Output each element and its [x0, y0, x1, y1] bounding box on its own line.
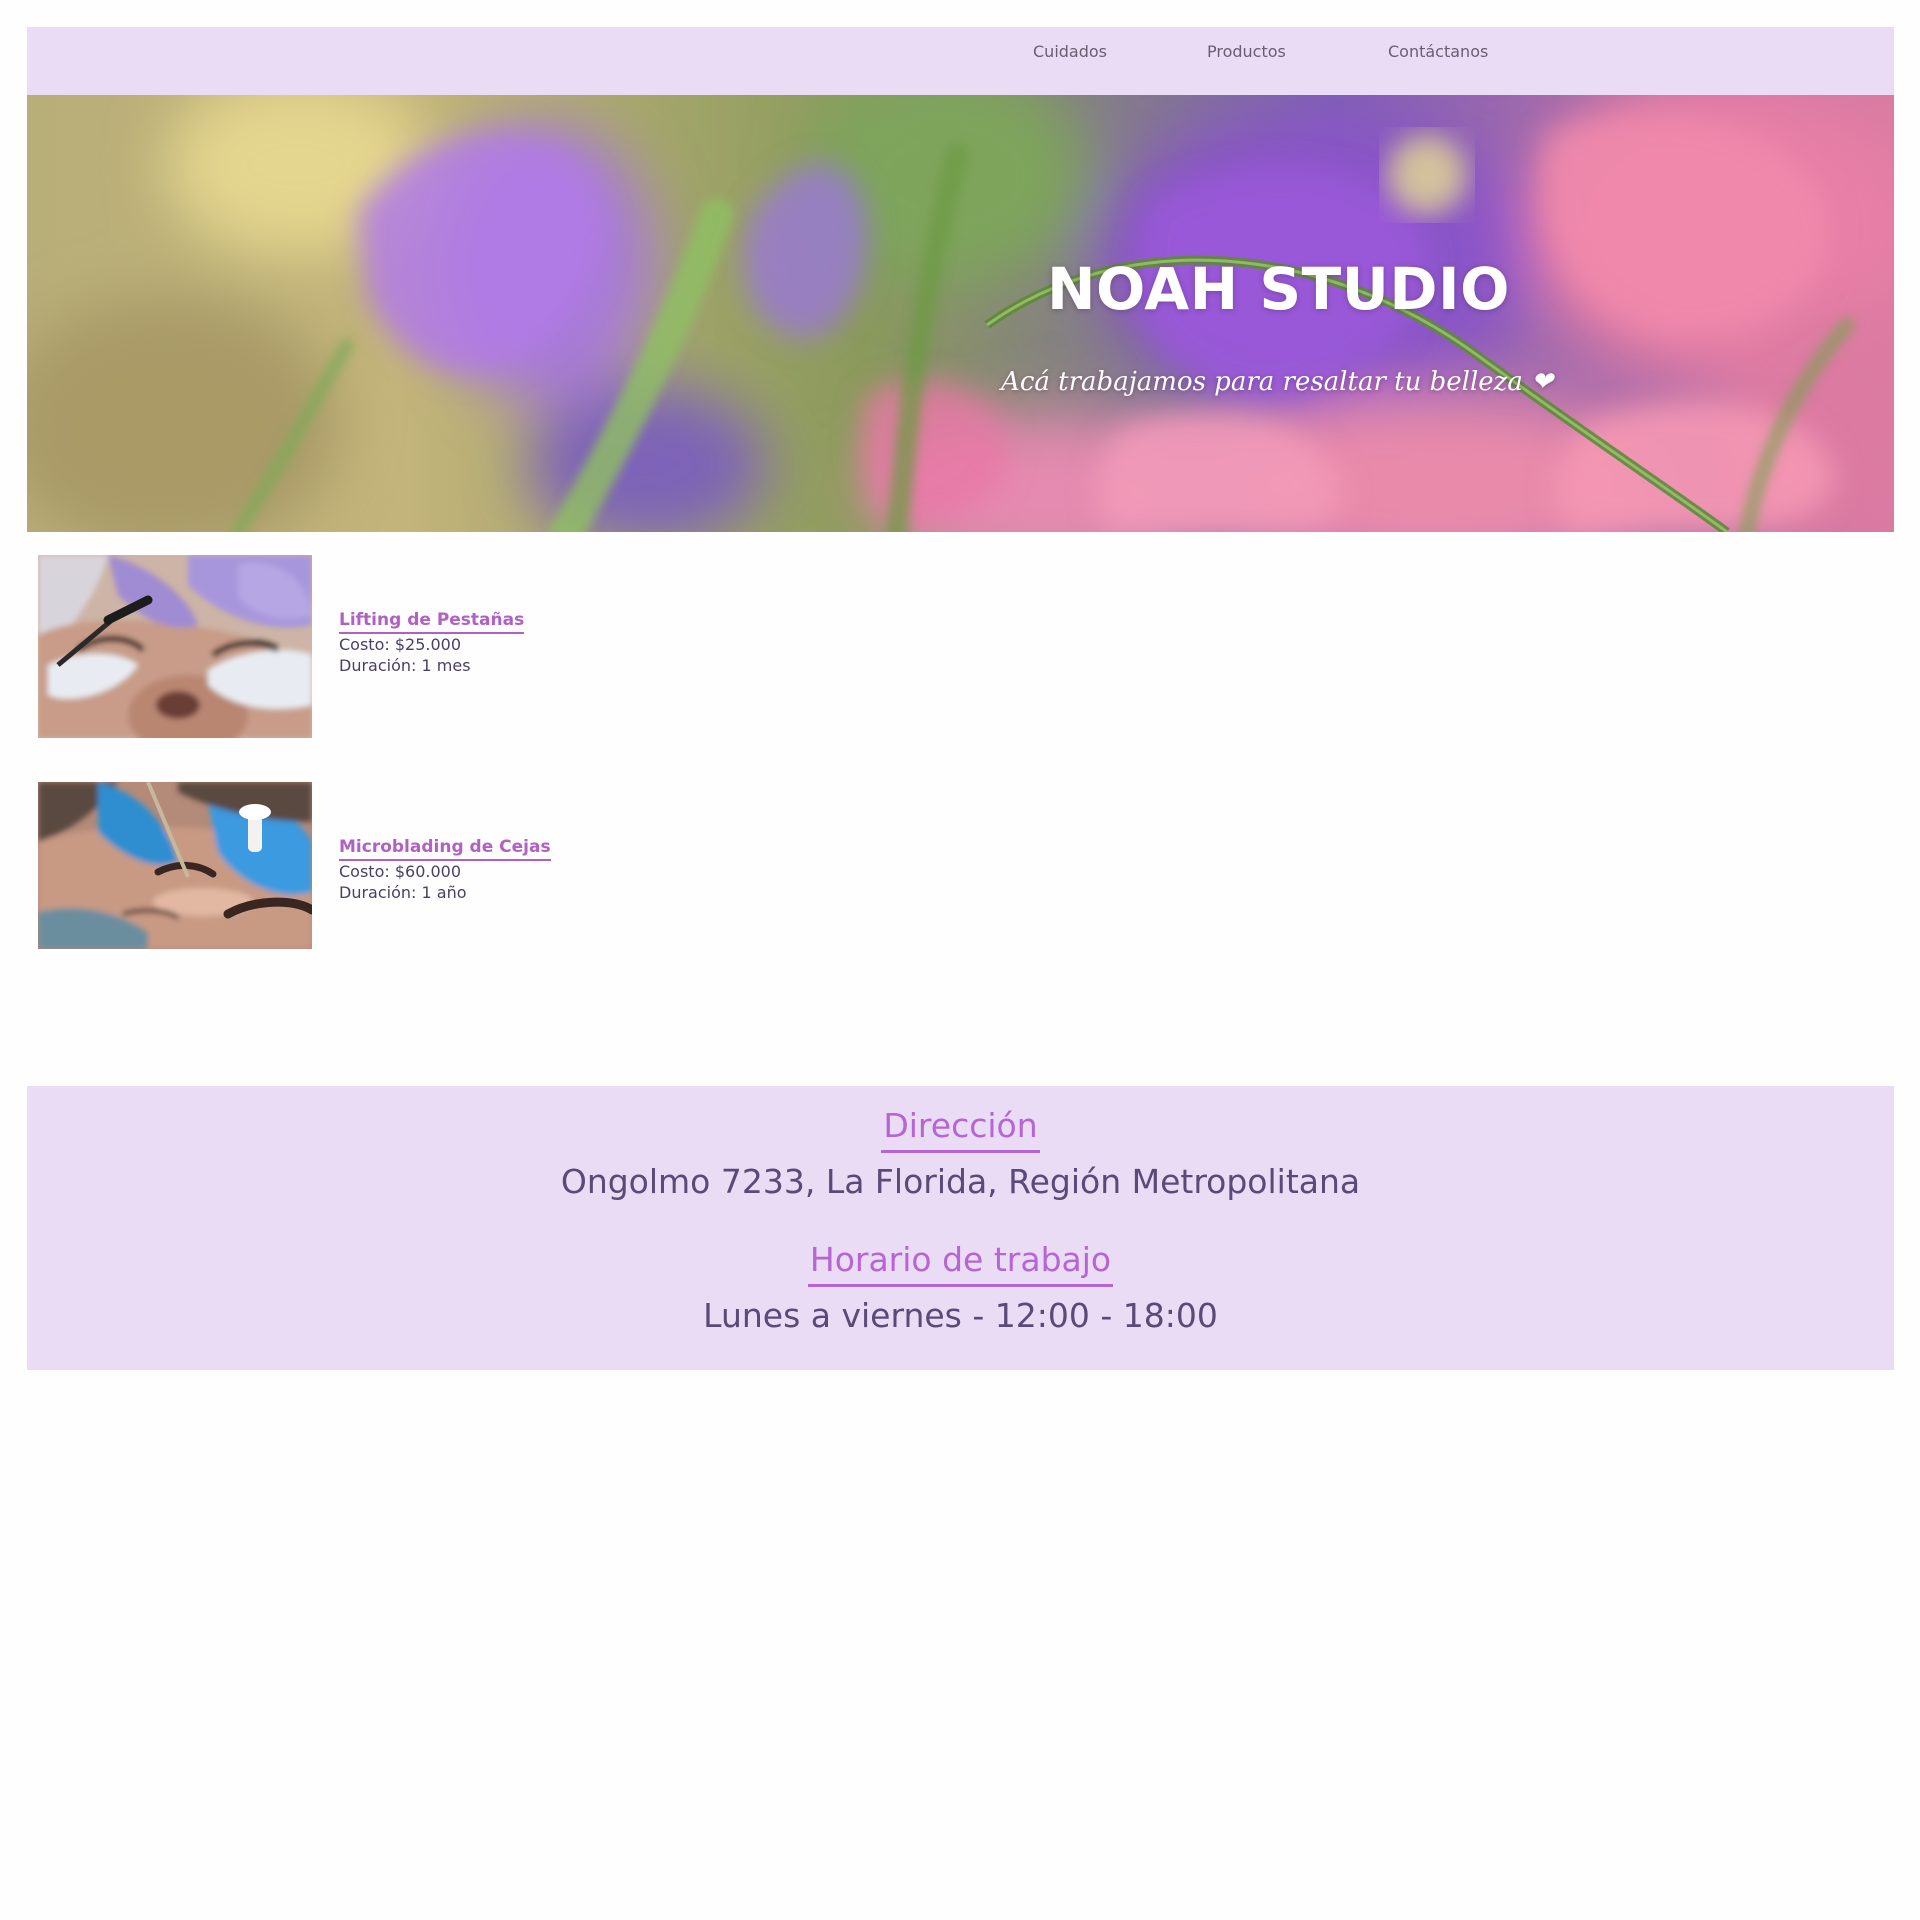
nav-link-cuidados[interactable]: Cuidados — [1033, 27, 1107, 77]
hours-text: Lunes a viernes - 12:00 - 18:00 — [703, 1296, 1218, 1335]
service-name-link[interactable]: Microblading de Cejas — [339, 837, 551, 861]
service-details: Microblading de Cejas Costo: $60.000 Dur… — [339, 837, 551, 903]
hero-flower-background — [27, 95, 1894, 532]
service-cost: Costo: $60.000 — [339, 862, 461, 881]
page: Cuidados Productos Contáctanos NOAH STUD… — [0, 0, 1920, 1920]
service-details: Lifting de Pestañas Costo: $25.000 Durac… — [339, 610, 525, 676]
hero-title: NOAH STUDIO — [1047, 255, 1510, 323]
nav-link-productos[interactable]: Productos — [1207, 27, 1286, 77]
eyelash-lifting-photo — [38, 555, 312, 738]
service-duration: Duración: 1 mes — [339, 656, 471, 675]
address-text: Ongolmo 7233, La Florida, Región Metropo… — [560, 1162, 1361, 1201]
service-duration: Duración: 1 año — [339, 883, 467, 902]
hours-heading: Horario de trabajo — [807, 1240, 1114, 1287]
nav-link-contactanos[interactable]: Contáctanos — [1388, 27, 1488, 77]
contact-footer: Dirección Ongolmo 7233, La Florida, Regi… — [27, 1086, 1894, 1370]
service-name-link[interactable]: Lifting de Pestañas — [339, 610, 525, 634]
service-cost: Costo: $25.000 — [339, 635, 461, 654]
hero-subtitle: Acá trabajamos para resaltar tu belleza … — [1001, 367, 1553, 397]
address-section: Dirección Ongolmo 7233, La Florida, Regi… — [27, 1106, 1894, 1203]
hours-section: Horario de trabajo Lunes a viernes - 12:… — [27, 1240, 1894, 1337]
eyebrow-microblading-photo — [38, 782, 312, 949]
top-navbar: Cuidados Productos Contáctanos — [27, 27, 1894, 95]
address-heading: Dirección — [881, 1106, 1040, 1153]
hero-banner: NOAH STUDIO Acá trabajamos para resaltar… — [27, 95, 1894, 532]
